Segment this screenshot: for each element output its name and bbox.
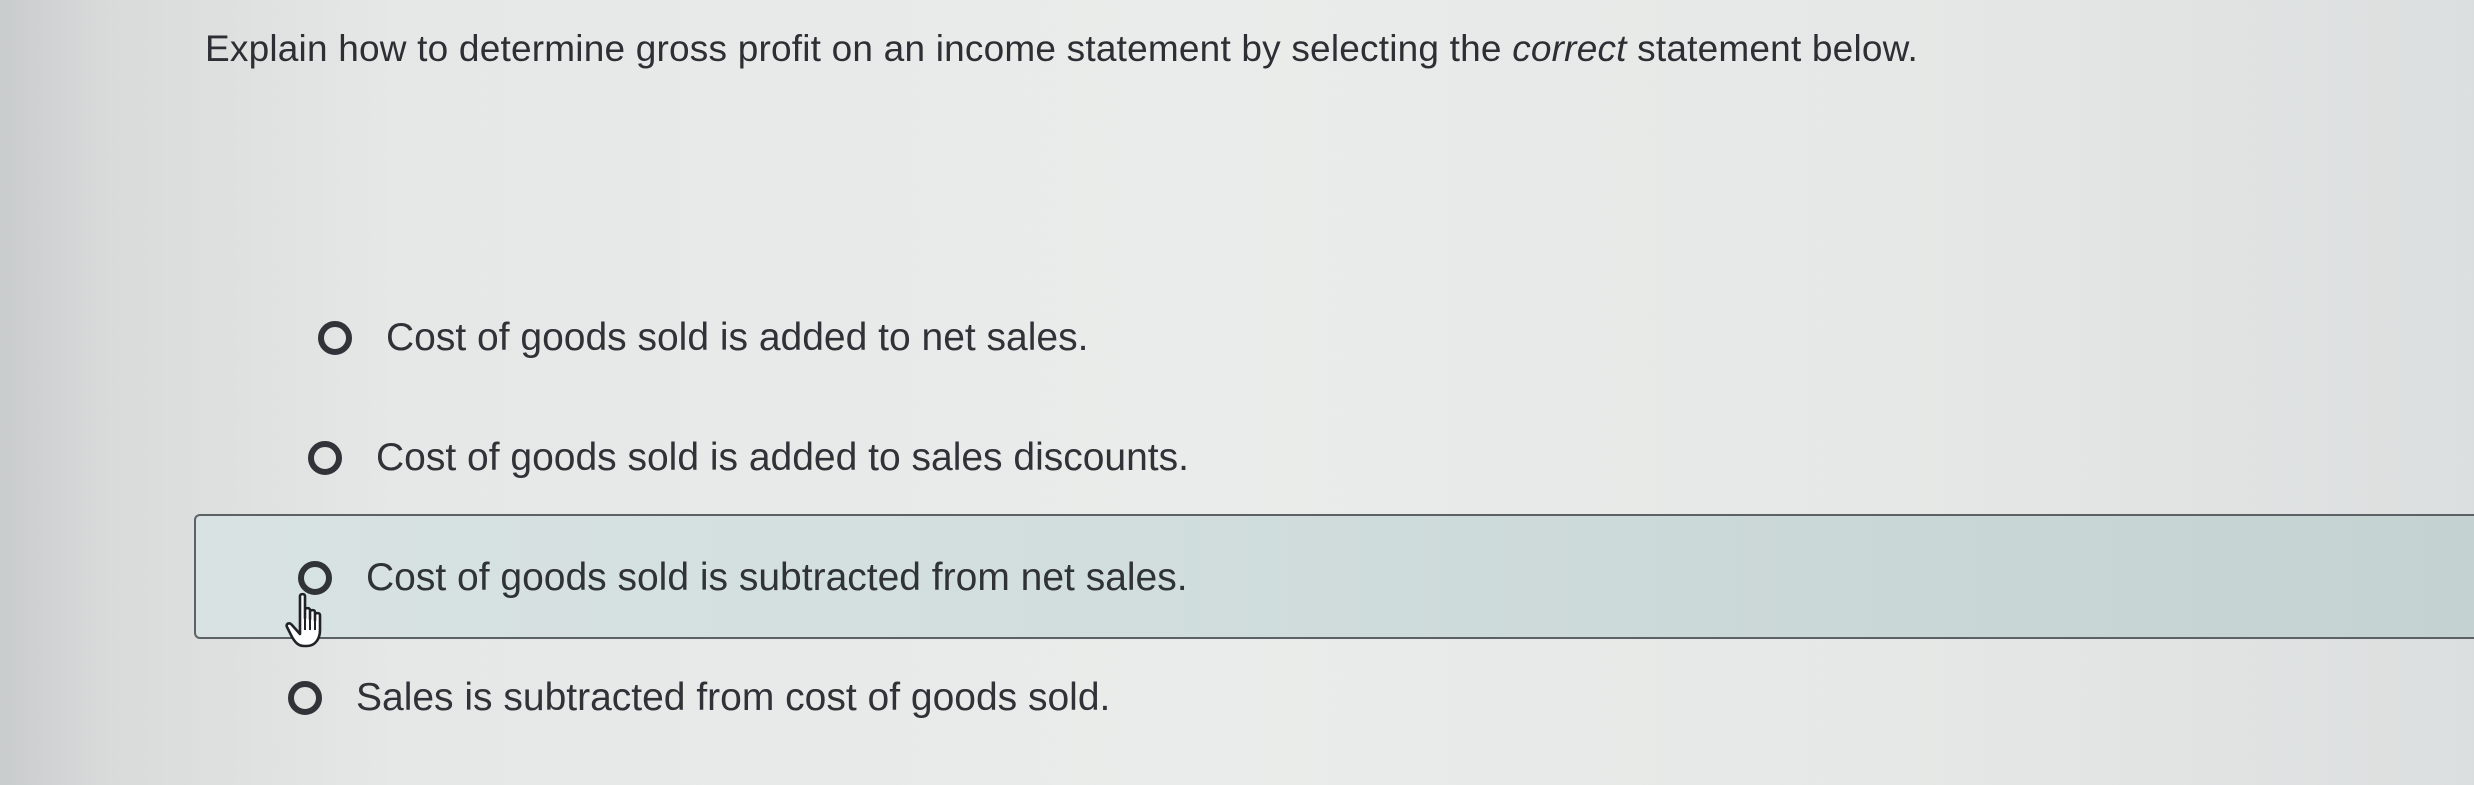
quiz-page: Explain how to determine gross profit on… [0, 0, 2474, 785]
question-emphasis: correct [1512, 28, 1627, 69]
answer-option-label-3: Cost of goods sold is subtracted from ne… [366, 556, 1188, 599]
answer-option-label-2: Cost of goods sold is added to sales dis… [376, 436, 1189, 479]
radio-button-1[interactable] [318, 321, 352, 355]
question-text-start: Explain how to determine gross profit on… [205, 28, 1513, 69]
question-text-end: statement below. [1626, 28, 1919, 69]
answer-option-4[interactable]: Sales is subtracted from cost of goods s… [288, 676, 1110, 720]
answer-option-label-1: Cost of goods sold is added to net sales… [386, 316, 1089, 359]
answer-option-label-4: Sales is subtracted from cost of goods s… [356, 676, 1111, 719]
question-text: Explain how to determine gross profit on… [205, 28, 1918, 70]
answer-option-2[interactable]: Cost of goods sold is added to sales dis… [308, 436, 1189, 480]
answer-option-1[interactable]: Cost of goods sold is added to net sales… [318, 316, 1088, 360]
radio-button-2[interactable] [308, 441, 342, 475]
radio-button-3[interactable] [298, 561, 332, 595]
radio-button-4[interactable] [288, 681, 322, 715]
hand-pointer-icon [285, 592, 322, 648]
answer-option-3[interactable]: Cost of goods sold is subtracted from ne… [298, 556, 1188, 600]
